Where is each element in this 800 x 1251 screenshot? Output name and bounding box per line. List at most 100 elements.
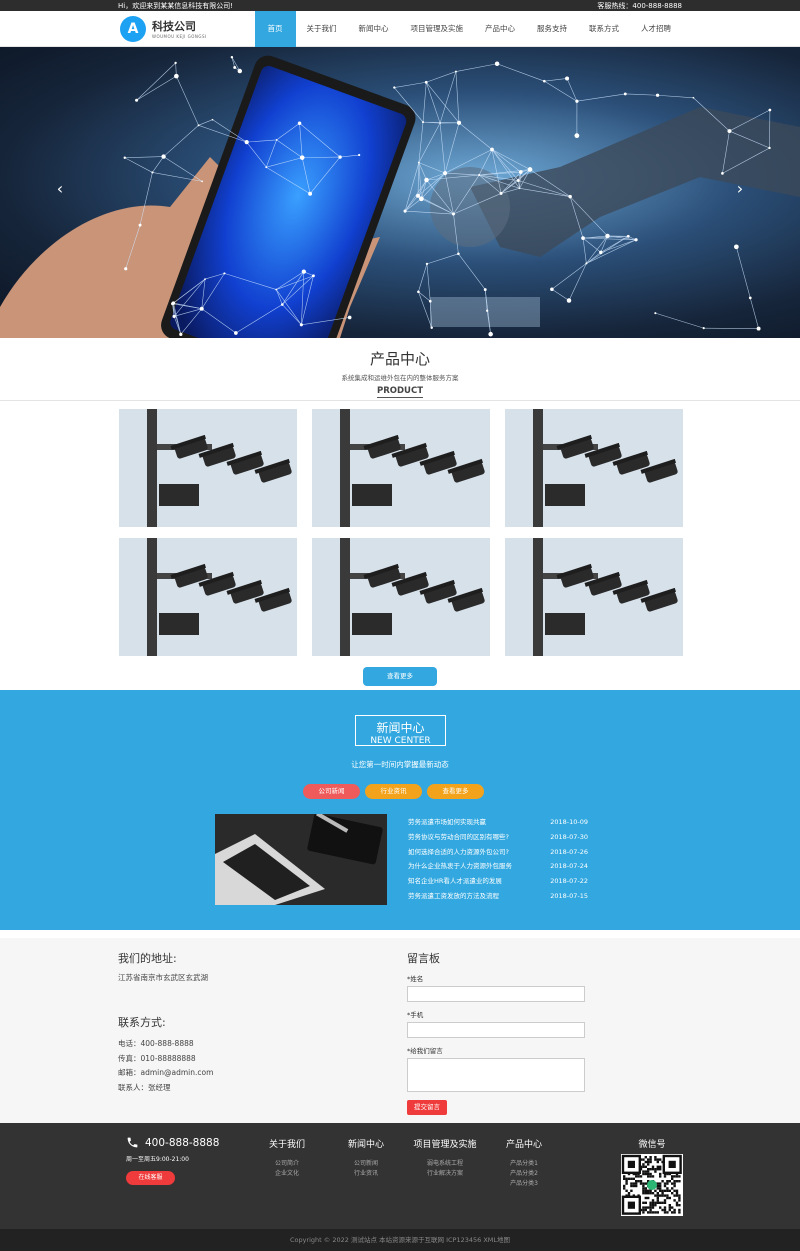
news-item-title: 劳务协议与劳动合同的区别有哪些? (408, 832, 509, 841)
footer-col-products: 产品中心 产品分类1 产品分类2 产品分类3 (504, 1137, 544, 1189)
footer-link[interactable]: 产品分类2 (504, 1169, 544, 1179)
address-block: 我们的地址: 江苏省南京市玄武区玄武湖 (118, 950, 208, 983)
news-item-title: 劳务派遣工资发放的方法及流程 (408, 891, 499, 900)
news-title-frame: 新闻中心 NEW CENTER (355, 715, 446, 746)
footer-phone-number: 400-888-8888 (145, 1136, 220, 1149)
name-label: *姓名 (407, 975, 424, 983)
contact-phone: 电话：400-888-8888 (118, 1039, 194, 1048)
submit-message-button[interactable]: 提交留言 (407, 1100, 447, 1115)
nav-news[interactable]: 新闻中心 (348, 11, 400, 47)
product-title: 产品中心 (369, 350, 430, 368)
tab-company-news[interactable]: 公司新闻 (303, 784, 360, 799)
contact-section: 我们的地址: 江苏省南京市玄武区玄武湖 联系方式: 电话：400-888-888… (0, 938, 800, 1123)
nav-contact[interactable]: 联系方式 (578, 11, 630, 47)
message-title: 留言板 (407, 952, 440, 965)
logo-icon: A (120, 15, 146, 42)
nav-home[interactable]: 首页 (254, 10, 296, 47)
footer-link[interactable]: 产品分类3 (504, 1179, 544, 1189)
product-card[interactable] (119, 409, 297, 527)
news-section: 新闻中心 NEW CENTER 让您第一时间内掌握最新动态 公司新闻 行业资讯 … (0, 690, 800, 930)
phone-label: *手机 (407, 1011, 424, 1019)
contact-info: 联系方式: 电话：400-888-8888 传真：010-88888888 邮箱… (118, 1014, 213, 1095)
contact-title: 联系方式: (118, 1016, 166, 1029)
message-textarea[interactable] (407, 1058, 585, 1092)
wechat-title: 微信号 (638, 1140, 666, 1150)
tab-industry-news[interactable]: 行业资讯 (365, 784, 422, 799)
news-item-title: 为什么企业热衷于人力资源外包服务 (408, 862, 512, 871)
hotline: 客服热线：400-888-8888 (597, 1, 682, 11)
product-en-title: PRODUCT (377, 386, 423, 398)
qr-code (621, 1154, 683, 1216)
address-text: 江苏省南京市玄武区玄武湖 (118, 973, 208, 982)
news-item-date: 2018-10-09 (550, 818, 588, 826)
address-title: 我们的地址: (118, 952, 177, 965)
footer-phone: 400-888-8888 (126, 1136, 219, 1149)
copyright: Copyright © 2022 测试站点 本站资源来源于互联网 ICP1234… (0, 1229, 800, 1251)
message-label: *给我们留言 (407, 1047, 443, 1055)
top-bar: Hi，欢迎来到某某信息科技有限公司! 客服热线：400-888-8888 (0, 0, 800, 11)
news-item-title: 如何选择合适的人力资源外包公司? (408, 847, 509, 856)
news-item[interactable]: 如何选择合适的人力资源外包公司? 2018-07-26 (408, 845, 588, 860)
contact-fax: 传真：010-88888888 (118, 1053, 196, 1063)
footer-col-title: 新闻中心 (347, 1140, 384, 1150)
nav-about[interactable]: 关于我们 (296, 11, 348, 47)
banner-next-arrow[interactable]: › (730, 179, 750, 199)
footer-col-about: 关于我们 公司简介 企业文化 (267, 1137, 307, 1179)
contact-email: 邮箱：admin@admin.com (118, 1068, 214, 1078)
logo-name: 科技公司 (152, 20, 196, 33)
news-item-date: 2018-07-22 (550, 877, 588, 886)
news-item[interactable]: 劳务协议与劳动合同的区别有哪些? 2018-07-30 (408, 830, 588, 845)
footer-link[interactable]: 弱电系统工程 (410, 1159, 480, 1169)
news-item[interactable]: 为什么企业热衷于人力资源外包服务 2018-07-24 (408, 859, 588, 874)
contact-person: 联系人：张经理 (118, 1082, 171, 1092)
news-item-title: 劳务派遣市场如何实现共赢 (408, 818, 486, 826)
product-card[interactable] (505, 409, 683, 527)
logo-subtitle: WOUMOU KEJI GONGSI (152, 34, 207, 39)
logo[interactable]: A 科技公司 WOUMOU KEJI GONGSI (120, 15, 207, 42)
product-more-button[interactable]: 查看更多 (363, 667, 437, 686)
product-card[interactable] (312, 409, 490, 527)
footer-col-title: 产品中心 (505, 1140, 542, 1150)
footer-link[interactable]: 行业资讯 (346, 1169, 386, 1179)
phone-icon (127, 1137, 138, 1148)
footer-col-projects: 项目管理及实施 弱电系统工程 行业解决方案 (410, 1137, 480, 1179)
header: A 科技公司 WOUMOU KEJI GONGSI 首页 关于我们 新闻中心 项… (0, 10, 800, 47)
news-list: 劳务派遣市场如何实现共赢 2018-10-09 劳务协议与劳动合同的区别有哪些? 2… (408, 815, 588, 904)
product-card[interactable] (119, 538, 297, 656)
footer-link[interactable]: 产品分类1 (504, 1159, 544, 1169)
news-item[interactable]: 知名企业HR看人才派遣业的发展 2018-07-22 (408, 874, 588, 889)
product-card[interactable] (312, 538, 490, 656)
hotline-label: 客服热线： (597, 1, 633, 10)
nav-products[interactable]: 产品中心 (474, 11, 526, 47)
nav-support[interactable]: 服务支持 (526, 11, 578, 47)
footer-col-title: 关于我们 (268, 1140, 305, 1150)
nav-careers[interactable]: 人才招聘 (630, 11, 682, 47)
message-board: 留言板 *姓名 *手机 *给我们留言 提交留言 (407, 950, 585, 1115)
news-subtitle: 让您第一时间内掌握最新动态 (351, 760, 449, 769)
news-image[interactable] (215, 814, 387, 905)
product-subtitle: 系统集成和运维外包在内的整体服务方案 (341, 374, 459, 382)
news-item[interactable]: 劳务派遣市场如何实现共赢 2018-10-09 (408, 815, 588, 830)
news-title: 新闻中心 (376, 721, 425, 735)
footer-link[interactable]: 公司新闻 (346, 1159, 386, 1169)
banner-prev-arrow[interactable]: ‹ (50, 179, 70, 199)
tab-more-news[interactable]: 查看更多 (427, 784, 484, 799)
product-grid (0, 401, 800, 656)
product-card[interactable] (505, 538, 683, 656)
nav-projects[interactable]: 项目管理及实施 (400, 11, 475, 47)
phone-field[interactable] (407, 1022, 585, 1038)
hotline-number: 400-888-8888 (632, 1, 682, 10)
news-item-date: 2018-07-26 (550, 847, 588, 856)
main-nav: 首页 关于我们 新闻中心 项目管理及实施 产品中心 服务支持 联系方式 人才招聘 (254, 10, 683, 47)
online-service-button[interactable]: 在线客服 (126, 1171, 175, 1185)
footer-link[interactable]: 企业文化 (267, 1169, 307, 1179)
welcome-text: Hi，欢迎来到某某信息科技有限公司! (118, 1, 234, 10)
footer-link[interactable]: 行业解决方案 (410, 1169, 480, 1179)
footer-col-title: 项目管理及实施 (413, 1140, 477, 1150)
footer-link[interactable]: 公司简介 (267, 1159, 307, 1169)
news-item-date: 2018-07-15 (550, 891, 588, 900)
name-field[interactable] (407, 986, 585, 1002)
news-item[interactable]: 劳务派遣工资发放的方法及流程 2018-07-15 (408, 889, 588, 904)
footer-hours: 周一至周五9:00-21:00 (126, 1156, 189, 1163)
news-item-date: 2018-07-24 (550, 862, 588, 871)
